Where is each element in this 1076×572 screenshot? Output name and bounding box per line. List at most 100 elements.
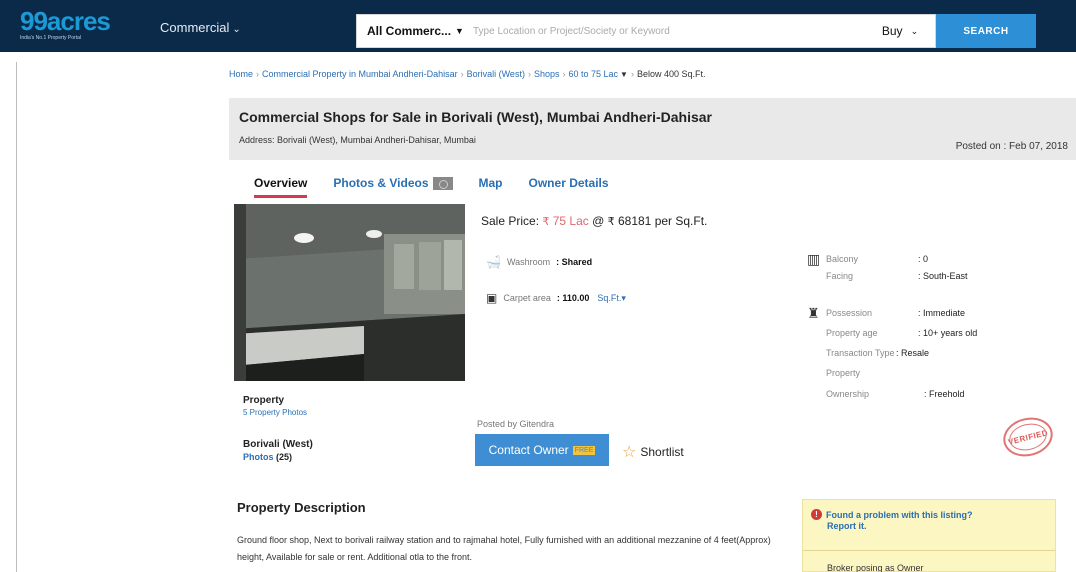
listing-address: Address: Borivali (West), Mumbai Andheri… — [239, 135, 476, 145]
facing-label: Facing — [826, 271, 854, 281]
site-logo[interactable]: 99acres India's No.1 Property Portal — [20, 6, 112, 45]
contact-owner-label: Contact Owner — [488, 443, 569, 457]
ownership-detail-line1: Property — [826, 368, 860, 378]
report-it-link[interactable]: Report it. — [827, 521, 867, 531]
category-select[interactable]: All Commerc... ▼ — [357, 24, 467, 38]
nav-commercial-menu[interactable]: Commercial ⌄ — [160, 20, 241, 35]
verified-stamp-text: VERIFIED — [1007, 427, 1049, 447]
description-title: Property Description — [237, 500, 366, 515]
description-text: Ground floor shop, Next to borivali rail… — [237, 535, 771, 562]
chevron-down-icon[interactable]: ▼ — [620, 70, 628, 79]
transaction-type-detail: Transaction Type: Resale — [826, 348, 929, 358]
chevron-down-icon: ⌄ — [232, 24, 241, 35]
report-problem-link[interactable]: ! Found a problem with this listing? — [811, 509, 973, 520]
balcony-label: Balcony — [826, 254, 859, 264]
contact-owner-button[interactable]: Contact Owner FREE — [475, 434, 609, 466]
posted-on-date: Posted on : Feb 07, 2018 — [955, 141, 1068, 152]
search-input[interactable] — [467, 15, 865, 47]
breadcrumb-price-range[interactable]: 60 to 75 Lac — [568, 69, 618, 79]
warning-icon: ! — [811, 509, 822, 520]
report-problem-box: ! Found a problem with this listing? Repo… — [802, 499, 1056, 572]
camera-icon — [432, 176, 453, 190]
property-age-label: Property age — [826, 328, 878, 338]
shortlist-button[interactable]: ☆ Shortlist — [622, 442, 684, 462]
carpet-area-detail: ▣ Carpet area : 110.00 Sq.Ft.▾ — [486, 291, 626, 305]
chevron-down-icon: ⌄ — [910, 25, 919, 36]
search-bar: All Commerc...▼ Buy ⌄ — [356, 14, 936, 48]
sale-price: Sale Price: ₹ 75 Lac @ ₹ 68181 per Sq.Ft… — [481, 214, 707, 228]
ownership-label: Ownership — [826, 389, 870, 399]
breadcrumb-commercial-property[interactable]: Commercial Property in Mumbai Andheri-Da… — [262, 69, 458, 79]
nav-commercial-label: Commercial — [160, 20, 230, 35]
shortlist-label: Shortlist — [640, 445, 684, 459]
possession-label: Possession — [826, 308, 873, 318]
breadcrumb-current: Below 400 Sq.Ft. — [636, 69, 706, 79]
sale-price-amount: 75 Lac — [552, 214, 589, 228]
washroom-value: : Shared — [556, 257, 593, 267]
tab-label: Overview — [254, 176, 308, 190]
locality-photos-count: (25) — [276, 452, 293, 462]
buy-rent-select[interactable]: Buy ⌄ — [865, 24, 935, 38]
rupee-icon: ₹ — [607, 216, 615, 228]
ownership-value: : Freehold — [924, 389, 965, 399]
area-unit-select[interactable]: Sq.Ft.▾ — [597, 293, 626, 304]
transaction-type-value: : Resale — [896, 348, 930, 358]
listing-tabs: Overview Photos & Videos Map Owner Detai… — [254, 176, 635, 198]
ownership-label-line1: Property — [826, 368, 861, 378]
property-age-value: : 10+ years old — [918, 328, 978, 338]
balcony-icon: ▥ — [807, 251, 821, 267]
ownership-detail: Ownership : Freehold — [826, 389, 965, 399]
search-button[interactable]: SEARCH — [936, 14, 1036, 48]
page-title: Commercial Shops for Sale in Borivali (W… — [239, 109, 712, 125]
property-age-detail: Property age : 10+ years old — [826, 328, 977, 338]
tab-photos-videos[interactable]: Photos & Videos — [333, 176, 453, 190]
facing-value: : South-East — [918, 271, 968, 281]
top-header: 99acres India's No.1 Property Portal Com… — [0, 0, 1076, 62]
left-divider — [16, 62, 17, 572]
property-photo[interactable] — [234, 204, 465, 381]
listing-header: Commercial Shops for Sale in Borivali (W… — [229, 98, 1076, 160]
star-icon: ☆ — [622, 444, 637, 461]
price-per-sqft: 68181 — [617, 214, 652, 228]
tab-overview[interactable]: Overview — [254, 176, 308, 198]
tab-label: Photos & Videos — [333, 176, 429, 190]
transaction-type-label: Transaction Type — [826, 348, 895, 358]
breadcrumb-home[interactable]: Home — [229, 69, 253, 79]
balcony-value: : 0 — [918, 254, 929, 264]
possession-detail: Possession: Immediate — [826, 308, 965, 318]
photo-caption: Property 5 Property Photos — [243, 395, 307, 417]
carpet-area-value: : 110.00 — [556, 293, 590, 303]
breadcrumb-locality[interactable]: Borivali (West) — [467, 69, 525, 79]
report-problem-text: Found a problem with this listing? — [826, 509, 973, 520]
broker-posing-option[interactable]: Broker posing as Owner — [827, 563, 924, 572]
breadcrumb-shops[interactable]: Shops — [534, 69, 560, 79]
tab-map[interactable]: Map — [479, 176, 503, 190]
locality-name: Borivali (West) — [243, 439, 313, 450]
locality-photos: Photos (25) — [243, 452, 292, 462]
tab-label: Map — [478, 176, 503, 190]
chevron-down-icon: ▼ — [455, 26, 464, 36]
rupee-icon: ₹ — [542, 216, 550, 228]
category-select-value: All Commerc... — [367, 24, 452, 38]
balcony-detail: Balcony : 0 — [826, 254, 928, 264]
washroom-detail: 🛁 Washroom : Shared — [486, 255, 592, 269]
posted-by: Posted by Gitendra — [477, 419, 555, 429]
tab-label: Owner Details — [528, 176, 609, 190]
property-photo-image — [234, 204, 465, 381]
property-photos-link[interactable]: 5 Property Photos — [243, 408, 307, 417]
logo-text: 99acres — [20, 6, 111, 36]
divider — [803, 550, 1055, 551]
breadcrumb: Home › Commercial Property in Mumbai Andhe… — [229, 69, 706, 79]
possession-icon: ♜ — [807, 305, 820, 321]
sale-price-label: Sale Price: — [481, 214, 540, 228]
facing-detail: Facing : South-East — [826, 271, 968, 281]
tab-owner-details[interactable]: Owner Details — [529, 176, 609, 190]
area-icon: ▣ — [486, 291, 498, 305]
verified-stamp: VERIFIED — [999, 412, 1057, 462]
free-badge: FREE — [572, 445, 596, 455]
carpet-area-label: Carpet area — [503, 293, 551, 303]
locality-photos-link[interactable]: Photos — [243, 452, 274, 462]
washroom-label: Washroom — [506, 257, 551, 267]
photo-caption-title: Property — [243, 395, 285, 406]
buy-rent-value: Buy — [881, 24, 903, 38]
